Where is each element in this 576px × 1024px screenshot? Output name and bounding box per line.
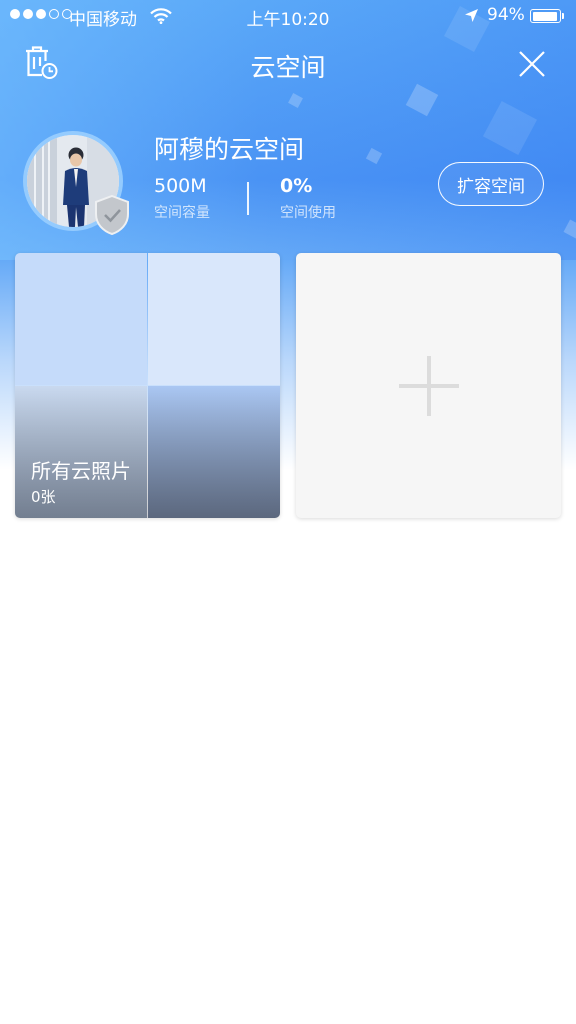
capacity-value: 500M: [154, 175, 207, 197]
stat-divider: [247, 182, 249, 215]
battery-nub: [562, 13, 564, 19]
battery-icon: [530, 9, 561, 23]
status-bar: 中国移动 上午10:20 94%: [0, 0, 576, 32]
location-arrow-icon: [464, 8, 479, 28]
album-card-all-photos[interactable]: 所有云照片 0张: [15, 253, 280, 518]
album-count: 0张: [31, 488, 56, 506]
capacity-stat: 500M 空间容量: [154, 175, 210, 222]
album-title: 所有云照片: [31, 459, 131, 483]
capacity-label: 空间容量: [154, 205, 210, 221]
album-thumbnail: [148, 253, 280, 385]
usage-label: 空间使用: [280, 205, 336, 221]
battery-percentage: 94%: [487, 5, 525, 25]
shield-check-icon: [93, 194, 131, 236]
usage-value: 0%: [280, 175, 313, 197]
space-name: 阿穆的云空间: [154, 135, 305, 164]
album-thumbnail: [15, 253, 147, 385]
add-album-button[interactable]: [296, 253, 561, 518]
expand-space-button[interactable]: 扩容空间: [438, 162, 544, 206]
close-icon[interactable]: [514, 46, 550, 82]
usage-stat: 0% 空间使用: [280, 175, 336, 222]
page-title: 云空间: [250, 53, 326, 82]
